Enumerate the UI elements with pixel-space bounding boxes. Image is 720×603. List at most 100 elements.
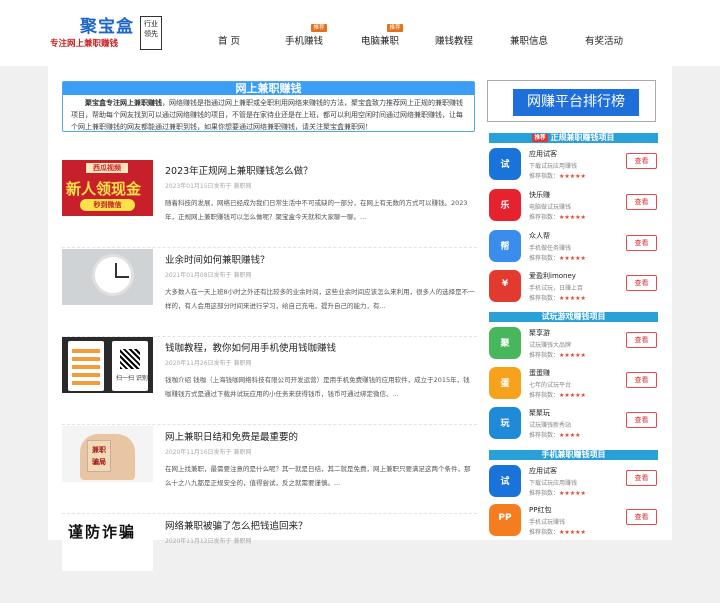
app-desc: 手机试玩赚钱 xyxy=(529,519,566,526)
app-name[interactable]: 应用试客 xyxy=(529,466,557,476)
app-name[interactable]: 蛋蛋赚 xyxy=(529,368,550,378)
article-item[interactable]: 业余时间如何兼职赚钱？ 2021年01月08日发布于 兼职网 大多数人在一天上班… xyxy=(62,249,477,337)
app-item[interactable]: ¥ 爱盈利imoney 手机试玩，日赚上百 推荐指数：★★★★★ 查看 xyxy=(489,268,658,306)
app-icon[interactable]: 乐 xyxy=(489,189,521,221)
phone-screen: 扫一扫 识别 xyxy=(112,341,148,391)
recommend-tag: 推荐 xyxy=(532,134,548,142)
thumb-headline: 新人领现金 xyxy=(66,180,142,198)
app-name[interactable]: 众人帮 xyxy=(529,231,550,241)
nav-pc-parttime[interactable]: 电脑兼职 xyxy=(361,33,399,47)
app-icon[interactable]: 试 xyxy=(489,148,521,180)
phone-screen xyxy=(68,341,104,391)
qr-caption: 扫一扫 识别 xyxy=(116,375,148,382)
article-excerpt: 大多数人在一天上班8小时之外还有比较多的业余时间，这些业余时间应该怎么来利用，很… xyxy=(165,288,475,310)
app-item[interactable]: 蛋 蛋蛋赚 七年的试玩平台 推荐指数：★★★★★ 查看 xyxy=(489,365,658,403)
article-meta: 2020年11月26日发布于 兼职网 xyxy=(165,360,252,367)
app-rating: 推荐指数：★★★★★ xyxy=(529,490,586,497)
article-title[interactable]: 网络兼职被骗了怎么把钱追回来？ xyxy=(165,518,308,532)
banner-title: 网赚平台排行榜 xyxy=(513,89,639,116)
app-name[interactable]: 快乐赚 xyxy=(529,190,550,200)
site-header: 聚宝盒 专注网上兼职赚钱 行业领先 首 页 手机赚钱 推荐 电脑兼职 推荐 赚钱… xyxy=(0,0,720,66)
article-meta: 2023年01月15日发布于 兼职网 xyxy=(165,183,252,190)
article-item[interactable]: 谨防诈骗 网络兼职被骗了怎么把钱追回来？ 2020年11月12日发布于 兼职网 xyxy=(62,515,477,603)
section-title: 正规兼职赚钱项目 xyxy=(550,133,615,142)
app-name[interactable]: 爱盈利imoney xyxy=(529,271,576,281)
section-header: 手机兼职赚钱项目 xyxy=(489,450,658,460)
app-item[interactable]: 帮 众人帮 手机做任务赚钱 推荐指数：★★★★★ 查看 xyxy=(489,228,658,266)
article-thumbnail[interactable] xyxy=(62,249,153,305)
app-icon[interactable]: 玩 xyxy=(489,407,521,439)
app-name[interactable]: 聚聚玩 xyxy=(529,408,550,418)
section-header: 推荐 正规兼职赚钱项目 xyxy=(489,133,658,143)
thumb-badge: 西瓜视频 xyxy=(86,163,128,173)
app-icon[interactable]: 试 xyxy=(489,465,521,497)
article-meta: 2020年11月12日发布于 兼职网 xyxy=(165,538,252,545)
thumb-button: 秒到微信 xyxy=(80,199,135,211)
ranking-banner[interactable]: 网赚平台排行榜 xyxy=(487,80,656,122)
view-button[interactable]: 查看 xyxy=(626,372,657,388)
article-item[interactable]: 扫一扫 识别 钱咖教程，教你如何用手机使用钱咖赚钱 2020年11月26日发布于… xyxy=(62,337,477,425)
view-button[interactable]: 查看 xyxy=(626,509,657,525)
app-rating: 推荐指数：★★★★★ xyxy=(529,352,586,359)
view-button[interactable]: 查看 xyxy=(626,412,657,428)
app-name[interactable]: 聚享游 xyxy=(529,328,550,338)
intro-box: 网上兼职赚钱 聚宝盒专注网上兼职赚钱，网络赚钱是指通过网上兼职或全职利用网络来赚… xyxy=(62,81,475,132)
app-desc: 手机试玩，日赚上百 xyxy=(529,285,584,292)
app-icon[interactable]: PP xyxy=(489,504,521,536)
app-item[interactable]: PP PP红包 手机试玩赚钱 推荐指数：★★★★★ 查看 xyxy=(489,502,658,540)
app-icon[interactable]: ¥ xyxy=(489,270,521,302)
section-title: 试玩游戏赚钱项目 xyxy=(541,312,606,321)
app-icon[interactable]: 蛋 xyxy=(489,367,521,399)
clock-icon xyxy=(92,254,134,296)
app-desc: 电脑做试玩赚钱 xyxy=(529,204,572,211)
view-button[interactable]: 查看 xyxy=(626,275,657,291)
article-excerpt: 在网上找兼职，最需要注意的是什么呢？其一就是日结，其二就是免费，网上兼职只要满足… xyxy=(165,465,471,487)
qr-code-icon xyxy=(120,349,140,369)
article-item[interactable]: 西瓜视频 新人领现金 秒到微信 2023年正规网上兼职赚钱怎么做？ 2023年0… xyxy=(62,160,477,248)
article-thumbnail[interactable]: 谨防诈骗 xyxy=(62,515,153,571)
app-rating: 推荐指数：★★★★★ xyxy=(529,173,586,180)
article-thumbnail[interactable]: 兼职 骗局 xyxy=(62,426,153,482)
thumb-headline: 谨防诈骗 xyxy=(68,523,137,541)
nav-tutorials[interactable]: 赚钱教程 xyxy=(435,33,473,47)
nav-mobile-earn[interactable]: 手机赚钱 xyxy=(285,33,323,47)
nav-rewards[interactable]: 有奖活动 xyxy=(585,33,623,47)
app-desc: 手机做任务赚钱 xyxy=(529,245,572,252)
app-item[interactable]: 玩 聚聚玩 试玩赚钱新秀站 推荐指数：★★★★ 查看 xyxy=(489,405,658,443)
app-desc: 试玩赚钱新秀站 xyxy=(529,422,572,429)
view-button[interactable]: 查看 xyxy=(626,153,657,169)
app-item[interactable]: 试 应用试客 下载试玩应用赚钱 推荐指数：★★★★★ 查看 xyxy=(489,146,658,184)
app-rating: 推荐指数：★★★★★ xyxy=(529,214,586,221)
app-name[interactable]: 应用试客 xyxy=(529,149,557,159)
intro-title: 网上兼职赚钱 xyxy=(63,82,474,95)
hot-badge: 推荐 xyxy=(311,24,327,32)
article-title[interactable]: 网上兼职日结和免费是最重要的 xyxy=(165,429,298,443)
article-thumbnail[interactable]: 扫一扫 识别 xyxy=(62,337,153,393)
section-header: 试玩游戏赚钱项目 xyxy=(489,312,658,322)
intro-brand: 聚宝盒专注网上兼职赚钱 xyxy=(85,99,162,107)
app-icon[interactable]: 聚 xyxy=(489,327,521,359)
view-button[interactable]: 查看 xyxy=(626,470,657,486)
intro-text: 聚宝盒专注网上兼职赚钱，网络赚钱是指通过网上兼职或全职利用网络来赚钱的方法，聚宝… xyxy=(63,95,474,135)
app-rating: 推荐指数：★★★★★ xyxy=(529,529,586,536)
app-name[interactable]: PP红包 xyxy=(529,505,551,515)
article-item[interactable]: 兼职 骗局 网上兼职日结和免费是最重要的 2020年11月16日发布于 兼职网 … xyxy=(62,426,477,514)
nav-parttime-info[interactable]: 兼职信息 xyxy=(510,33,548,47)
article-thumbnail[interactable]: 西瓜视频 新人领现金 秒到微信 xyxy=(62,160,153,216)
app-rating: 推荐指数：★★★★★ xyxy=(529,255,586,262)
article-meta: 2021年01月08日发布于 兼职网 xyxy=(165,272,252,279)
article-title[interactable]: 2023年正规网上兼职赚钱怎么做？ xyxy=(165,163,313,177)
app-item[interactable]: 聚 聚享游 试玩赚钱大品牌 推荐指数：★★★★★ 查看 xyxy=(489,325,658,363)
app-item[interactable]: 试 应用试客 下载试玩应用赚钱 推荐指数：★★★★★ 查看 xyxy=(489,463,658,501)
article-title[interactable]: 钱咖教程，教你如何用手机使用钱咖赚钱 xyxy=(165,340,336,354)
nav-home[interactable]: 首 页 xyxy=(218,33,240,47)
app-item[interactable]: 乐 快乐赚 电脑做试玩赚钱 推荐指数：★★★★★ 查看 xyxy=(489,187,658,225)
article-title[interactable]: 业余时间如何兼职赚钱？ xyxy=(165,252,270,266)
view-button[interactable]: 查看 xyxy=(626,235,657,251)
view-button[interactable]: 查看 xyxy=(626,332,657,348)
app-desc: 七年的试玩平台 xyxy=(529,382,572,389)
app-icon[interactable]: 帮 xyxy=(489,230,521,262)
view-button[interactable]: 查看 xyxy=(626,194,657,210)
app-rating: 推荐指数：★★★★★ xyxy=(529,392,586,399)
thumb-card: 兼职 骗局 xyxy=(87,440,111,472)
